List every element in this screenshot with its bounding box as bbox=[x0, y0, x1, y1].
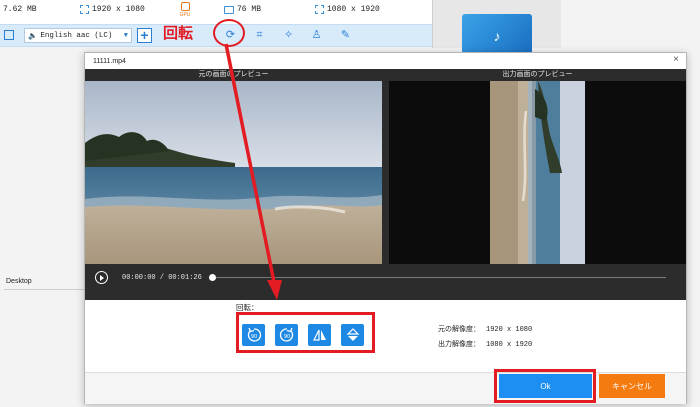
cancel-button[interactable]: キャンセル bbox=[599, 374, 665, 398]
flip-vertical-icon bbox=[346, 328, 359, 341]
subtitle-icon[interactable] bbox=[4, 30, 14, 40]
effects-tool-icon[interactable]: ✧ bbox=[282, 29, 295, 42]
rotate-right-90-button[interactable]: 90 bbox=[275, 324, 298, 346]
divider bbox=[4, 289, 84, 290]
gpu-badge: GPU bbox=[177, 2, 193, 18]
output-resolution-info: 1080 x 1920 bbox=[315, 5, 380, 14]
output-resolution-row: 出力解像度： 1080 x 1920 bbox=[438, 339, 532, 349]
rotate-left-icon: 90 bbox=[247, 327, 261, 342]
playback-controls: 00:00:00 / 00:01:26 bbox=[85, 266, 686, 300]
source-size: 7.62 MB bbox=[3, 5, 37, 14]
tiktok-icon: ♪ bbox=[493, 28, 501, 44]
output-size: 76 MB bbox=[237, 5, 262, 14]
resolution-icon bbox=[80, 5, 89, 14]
rotate-annotation-circle bbox=[213, 19, 245, 47]
source-resolution-info: 1920 x 1080 bbox=[80, 5, 145, 14]
gpu-label: GPU bbox=[179, 12, 191, 18]
output-resolution-label: 出力解像度： bbox=[438, 340, 480, 348]
original-preview-label: 元の画面のプレビュー bbox=[198, 71, 269, 78]
seek-handle[interactable] bbox=[209, 274, 216, 281]
rotate-buttons-highlight: 90 90 bbox=[236, 312, 375, 353]
rotate-left-90-button[interactable]: 90 bbox=[242, 324, 265, 346]
time-display: 00:00:00 / 00:01:26 bbox=[122, 274, 202, 282]
play-button[interactable] bbox=[95, 271, 108, 284]
ok-button[interactable]: Ok bbox=[499, 374, 592, 398]
audio-track-value: English aac (LC) bbox=[40, 31, 113, 40]
crop-tool-icon[interactable]: ⌗ bbox=[253, 29, 266, 42]
background-lower-area bbox=[0, 48, 85, 407]
chevron-down-icon: ▼ bbox=[123, 31, 128, 40]
folder-icon bbox=[224, 5, 234, 14]
rotate-annotation-label: 回転 bbox=[163, 24, 194, 42]
output-folder-location: Desktop bbox=[6, 278, 32, 285]
close-icon[interactable]: × bbox=[671, 55, 681, 65]
rotate-right-icon: 90 bbox=[279, 327, 293, 342]
output-resolution-value: 1080 x 1920 bbox=[486, 341, 533, 349]
add-audio-button[interactable]: + bbox=[137, 28, 152, 43]
dialog-title: 11111.mp4 bbox=[93, 58, 126, 65]
gpu-chip-icon bbox=[180, 2, 190, 11]
output-preview-panel bbox=[389, 81, 686, 264]
watermark-tool-icon[interactable]: ♙ bbox=[310, 29, 323, 42]
audio-track-select[interactable]: 🔈 English aac (LC) ▼ bbox=[24, 28, 132, 43]
source-resolution: 1920 x 1080 bbox=[92, 5, 145, 14]
source-size-info: 7.62 MB bbox=[3, 5, 37, 14]
flip-horizontal-button[interactable] bbox=[308, 324, 331, 346]
output-resolution: 1080 x 1920 bbox=[327, 5, 380, 14]
subtitle-edit-tool-icon[interactable]: ✎ bbox=[339, 29, 352, 42]
original-resolution-value: 1920 x 1080 bbox=[486, 326, 533, 334]
output-preview-image bbox=[490, 81, 585, 264]
flip-horizontal-icon bbox=[312, 329, 326, 341]
original-resolution-label: 元の解像度： bbox=[438, 325, 480, 333]
output-preview-label: 出力画面のプレビュー bbox=[502, 71, 573, 78]
rotate-dialog: 11111.mp4 × 元の画面のプレビュー 出力画面のプレビュー 00:00:… bbox=[84, 52, 687, 404]
flip-vertical-button[interactable] bbox=[341, 324, 364, 346]
resolution-icon bbox=[315, 5, 324, 14]
output-size-info: 76 MB bbox=[224, 5, 261, 14]
svg-text:90: 90 bbox=[250, 334, 256, 340]
original-preview-image bbox=[85, 81, 382, 264]
preview-area: 元の画面のプレビュー 出力画面のプレビュー 00:00:00 / 00:01:2… bbox=[85, 69, 686, 300]
seek-bar[interactable] bbox=[211, 277, 666, 278]
svg-text:90: 90 bbox=[283, 334, 289, 340]
speaker-icon: 🔈 bbox=[28, 32, 38, 41]
original-resolution-row: 元の解像度： 1920 x 1080 bbox=[438, 324, 532, 334]
